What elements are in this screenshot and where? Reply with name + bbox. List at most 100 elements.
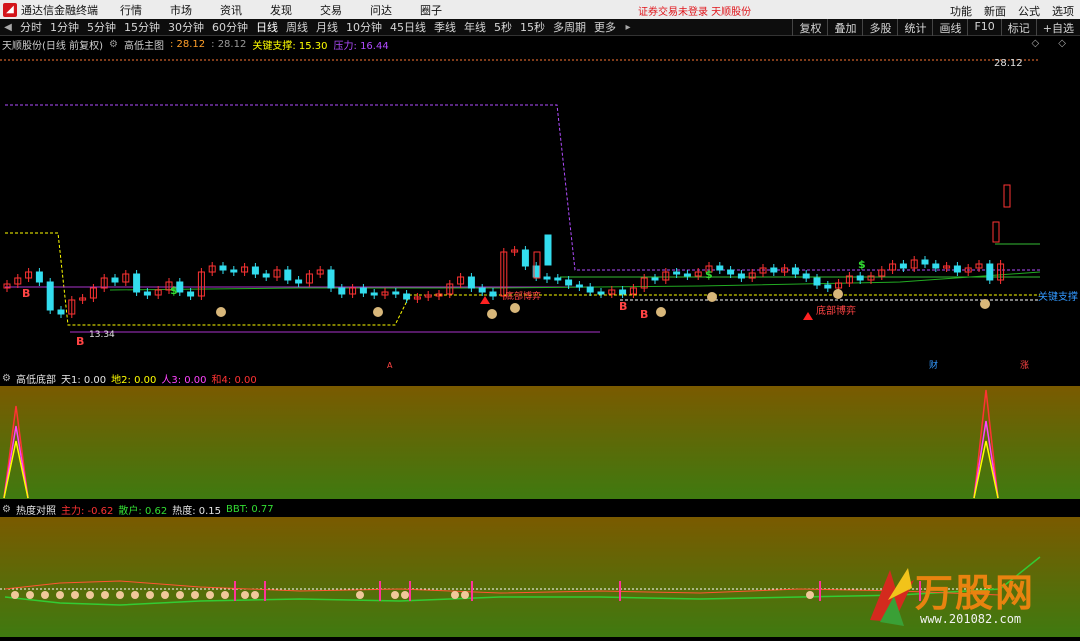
candle-body (683, 273, 691, 277)
menu-options[interactable]: 选项 (1052, 3, 1074, 19)
menu-new-layout[interactable]: 新面 (984, 3, 1006, 19)
candle-body (133, 273, 141, 293)
menu-item-circle[interactable]: 圈子 (420, 2, 442, 18)
indicator-value-2: : 28.12 (211, 39, 247, 50)
candle-body (467, 276, 475, 289)
period-tab-15min[interactable]: 15分钟 (120, 19, 164, 35)
period-tab-more[interactable]: 更多 (590, 19, 620, 35)
bull-logo-icon (870, 568, 914, 626)
hand-pointer-icon (401, 591, 409, 599)
candle-body (651, 277, 659, 281)
low-price-label: 13.34 (89, 330, 115, 340)
candle-body (1003, 184, 1011, 208)
period-tab-5min[interactable]: 5分钟 (83, 19, 120, 35)
candle-body (899, 263, 907, 269)
series-di: 地2: 0.00 (111, 375, 157, 386)
candle-body (619, 289, 627, 295)
period-tab-45day[interactable]: 45日线 (386, 19, 430, 35)
series-he: 和4: 0.00 (211, 375, 257, 386)
tool-overlay[interactable]: 叠加 (827, 19, 862, 36)
candle-body (802, 273, 810, 279)
period-tab-timeshare[interactable]: 分时 (16, 19, 46, 35)
candle-body (35, 271, 43, 283)
bottom-tag-finance: 财 (929, 359, 938, 371)
hand-pointer-icon (26, 591, 34, 599)
candle-body (403, 293, 411, 300)
menu-item-market[interactable]: 市场 (170, 2, 192, 18)
menu-item-discover[interactable]: 发现 (270, 2, 292, 18)
tool-f10[interactable]: F10 (967, 19, 1000, 36)
money-bag-icon (487, 309, 497, 319)
hand-pointer-icon (131, 591, 139, 599)
tool-multi-stock[interactable]: 多股 (862, 19, 897, 36)
panel-toggle-icon-2[interactable]: ⚙ (2, 504, 11, 515)
tiny-marker: A (387, 361, 393, 370)
tool-draw-line[interactable]: 画线 (932, 19, 967, 36)
candle-body (489, 291, 497, 297)
series-heat: 热度: 0.15 (172, 506, 222, 517)
period-tab-1min[interactable]: 1分钟 (46, 19, 83, 35)
candle-body (370, 292, 378, 296)
period-tab-30min[interactable]: 30分钟 (164, 19, 208, 35)
settings-gear-icon[interactable]: ⚙ (109, 39, 118, 50)
money-bag-icon (656, 307, 666, 317)
menu-item-quotes[interactable]: 行情 (120, 2, 142, 18)
period-tab-10min[interactable]: 10分钟 (342, 19, 386, 35)
period-tab-year[interactable]: 年线 (460, 19, 490, 35)
candle-body (219, 265, 227, 271)
app-title: 通达信金融终端 (21, 3, 98, 17)
candle-body (478, 287, 486, 293)
indicator-name[interactable]: 高低主图 (124, 37, 164, 52)
panel-heat-title[interactable]: 热度对照 (16, 502, 56, 517)
period-tab-weekly[interactable]: 周线 (282, 19, 312, 35)
bottom-triangle-icon (803, 312, 813, 320)
main-kline-chart[interactable]: BBBB$$$ 28.12 13.34 关键支撑 底部博弈 底部博弈 财 涨 A (0, 52, 1080, 371)
candle-body (521, 249, 529, 267)
period-tab-multi[interactable]: 多周期 (549, 19, 590, 35)
dollar-marker: $ (170, 284, 178, 297)
money-bag-icon (373, 307, 383, 317)
period-tab-5sec[interactable]: 5秒 (490, 19, 516, 35)
buy-marker: B (22, 287, 30, 300)
candle-body (251, 266, 259, 275)
panel-bottom-title[interactable]: 高低底部 (16, 371, 56, 386)
watermark-logo: 万股网 www.201082.com (860, 560, 1070, 634)
bottom-game-label: 底部博弈 (816, 304, 856, 317)
login-notice[interactable]: 证券交易未登录 天顺股份 (638, 3, 751, 18)
candle-body (187, 291, 195, 297)
money-bag-icon (216, 307, 226, 317)
app-logo-icon: ◢ (3, 2, 17, 17)
chevron-right-icon[interactable]: ▸ (620, 22, 636, 33)
period-tab-quarter[interactable]: 季线 (430, 19, 460, 35)
tool-mark[interactable]: 标记 (1000, 19, 1036, 36)
candle-body (262, 273, 270, 278)
menu-formula[interactable]: 公式 (1018, 3, 1040, 19)
candle-body (727, 269, 735, 275)
candle-body (856, 275, 864, 281)
hand-pointer-icon (41, 591, 49, 599)
panel-toggle-icon[interactable]: ⚙ (2, 373, 11, 384)
tool-statistics[interactable]: 统计 (897, 19, 932, 36)
menu-item-ask[interactable]: 问达 (370, 2, 392, 18)
hand-pointer-icon (221, 591, 229, 599)
hand-pointer-icon (176, 591, 184, 599)
hand-pointer-icon (116, 591, 124, 599)
period-tab-monthly[interactable]: 月线 (312, 19, 342, 35)
tool-restore-rights[interactable]: 复权 (792, 19, 827, 36)
chevron-left-icon[interactable]: ◀ (0, 22, 16, 33)
candle-body (565, 279, 573, 286)
period-tab-15sec[interactable]: 15秒 (516, 19, 549, 35)
menu-item-trade[interactable]: 交易 (320, 2, 342, 18)
candle-body (575, 284, 583, 288)
hand-pointer-icon (161, 591, 169, 599)
bottom-panel-chart[interactable] (0, 386, 1080, 501)
period-tab-daily[interactable]: 日线 (252, 19, 282, 35)
period-tab-60min[interactable]: 60分钟 (208, 19, 252, 35)
money-bag-icon (980, 299, 990, 309)
diamond-icons[interactable]: ◇ ◇ (1031, 38, 1074, 49)
candle-body (230, 269, 238, 273)
menu-item-news[interactable]: 资讯 (220, 2, 242, 18)
menu-function[interactable]: 功能 (950, 3, 972, 19)
candle-body (737, 273, 745, 279)
tool-add-watchlist[interactable]: +自选 (1035, 19, 1080, 36)
